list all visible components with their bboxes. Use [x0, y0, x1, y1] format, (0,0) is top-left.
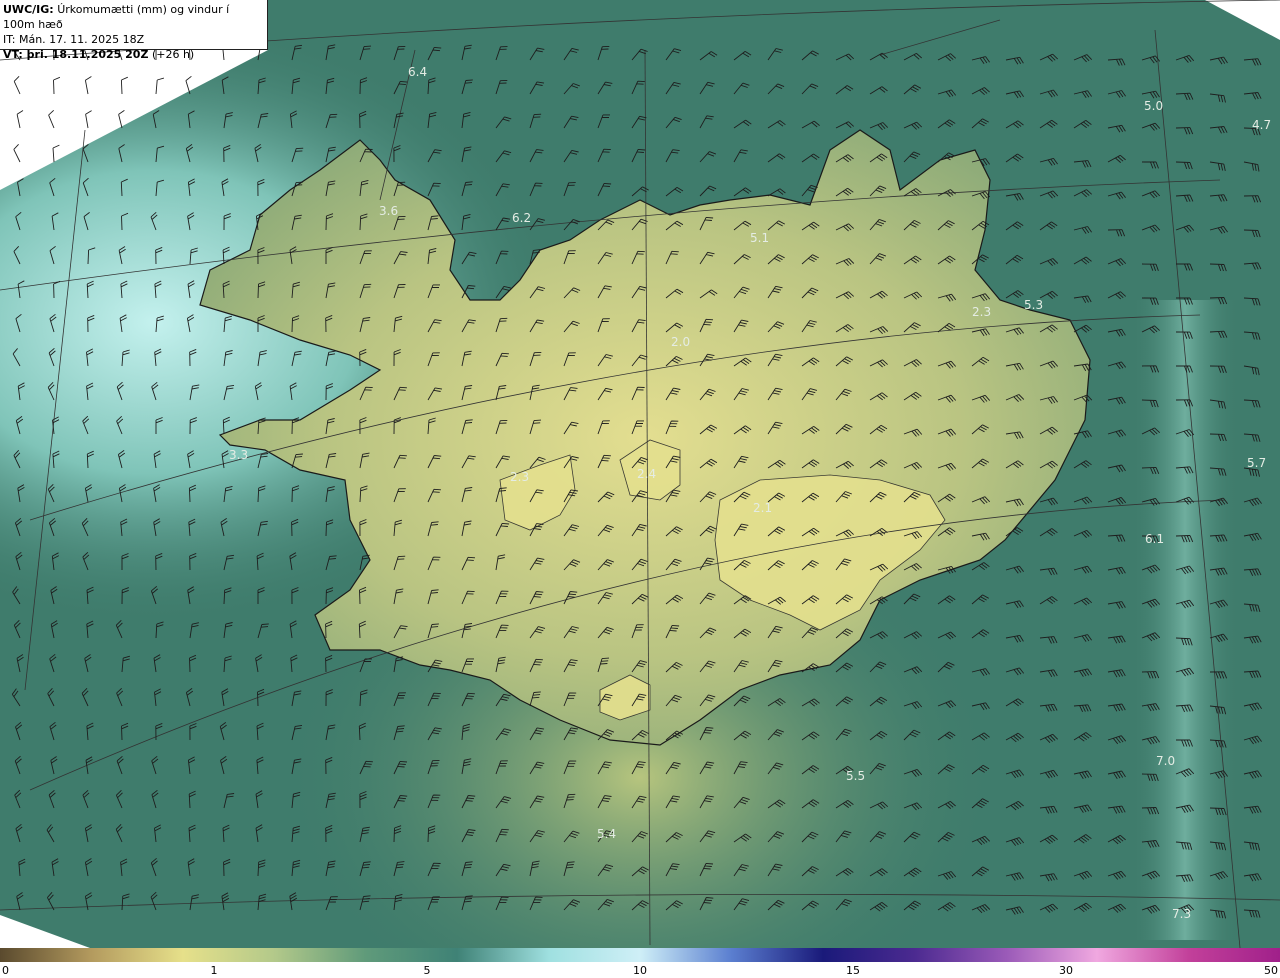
forecast-offset: (+26 h)	[151, 48, 195, 61]
value-label: 5.0	[1144, 99, 1163, 113]
colorbar-tick: 30	[1059, 964, 1073, 977]
value-label: 5.4	[597, 827, 616, 841]
value-label: 5.7	[1247, 456, 1266, 470]
value-label: 7.0	[1156, 754, 1175, 768]
value-label: 3.6	[379, 204, 398, 218]
colorbar-tick: 0	[2, 964, 9, 977]
colorbar-tick: 5	[423, 964, 431, 977]
value-label: 2.3	[510, 470, 529, 484]
value-label: 5.3	[1024, 298, 1043, 312]
product-name: UWC/IG:	[3, 3, 54, 16]
colorbar-tick: 15	[846, 964, 860, 977]
value-label: 6.1	[1145, 532, 1164, 546]
title-box: UWC/IG: Úrkomumætti (mm) og vindur í 100…	[0, 0, 268, 61]
colorbar-tick: 1	[210, 964, 218, 977]
value-label: 2.1	[753, 501, 772, 515]
colorbar-tick: 50	[1264, 964, 1278, 977]
valid-time: VT: þri. 18.11.2025 20Z	[3, 48, 149, 61]
value-label: 2.4	[637, 467, 656, 481]
value-label: 6.2	[512, 211, 531, 225]
value-label: 2.3	[972, 305, 991, 319]
value-label: 6.4	[408, 65, 427, 79]
value-label: 5.1	[750, 231, 769, 245]
colorbar-tick: 10	[633, 964, 647, 977]
value-label: 3.3	[229, 448, 248, 462]
initial-time: IT: Mán. 17. 11. 2025 18Z	[3, 33, 145, 46]
value-label: 2.0	[671, 335, 690, 349]
forecast-map: 6.4 5.0 4.7 3.6 6.2 5.1 5.3 2.3 2.0 3.3 …	[0, 0, 1280, 948]
value-label: 7.3	[1172, 907, 1191, 921]
value-label: 4.7	[1252, 118, 1271, 132]
colorbar-ticks: 0 1 5 10 15 30 50	[0, 962, 1280, 978]
colorbar	[0, 948, 1280, 962]
value-label: 5.5	[846, 769, 865, 783]
